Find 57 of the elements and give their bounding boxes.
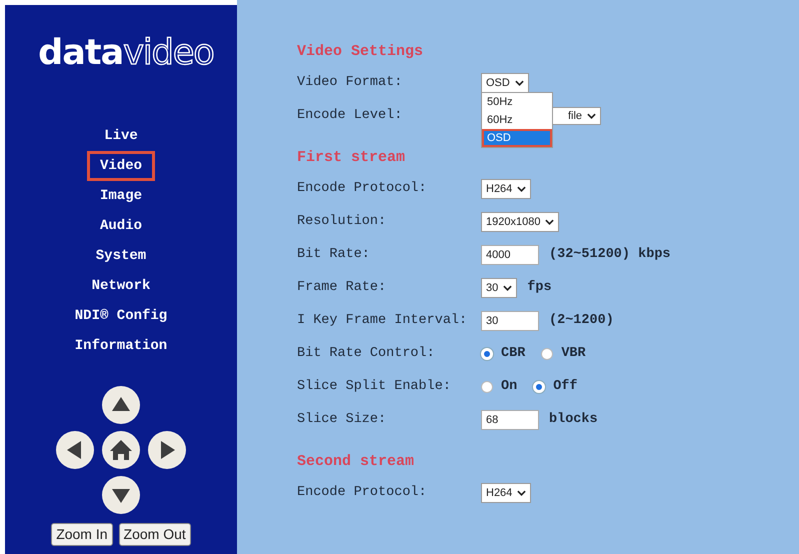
nav-link[interactable]: Network <box>78 271 164 301</box>
up-arrow-button-icon[interactable] <box>101 385 141 425</box>
dropdown-option[interactable]: 50Hz <box>482 92 552 110</box>
field-label: Bit Rate Control: <box>297 346 436 361</box>
home-button-icon[interactable] <box>101 430 141 470</box>
radio-button[interactable] <box>541 348 554 360</box>
radio-label: On <box>501 379 518 394</box>
chevron-down-icon <box>587 112 596 118</box>
section-heading: Video Settings <box>297 42 424 62</box>
right-arrow-button-icon[interactable] <box>147 430 187 470</box>
section-heading: First stream <box>297 148 406 168</box>
field-label: Slice Split Enable: <box>297 379 452 394</box>
select-dropdown[interactable]: OSD <box>481 72 529 92</box>
unit-text: fps <box>527 280 552 295</box>
nav-link[interactable]: Video <box>86 151 155 181</box>
zoom-button[interactable]: Zoom Out <box>118 523 191 546</box>
radio-label: VBR <box>561 346 586 361</box>
down-arrow-button-icon[interactable] <box>101 475 141 515</box>
chevron-down-icon <box>503 284 512 290</box>
field-label: I Key Frame Interval: <box>297 313 468 328</box>
chevron-down-icon <box>545 218 554 224</box>
zoom-button[interactable]: Zoom In <box>51 523 113 546</box>
left-arrow-button-icon[interactable] <box>55 430 95 470</box>
select-dropdown[interactable]: 1920x1080 <box>481 212 560 232</box>
nav-link[interactable]: Image <box>86 181 155 211</box>
chevron-down-icon <box>517 490 526 496</box>
chevron-down-icon <box>514 80 524 86</box>
unit-text: (2~1200) <box>549 313 614 328</box>
section-heading: Second stream <box>297 452 414 472</box>
field-label: Encode Protocol: <box>297 485 428 500</box>
input-field[interactable]: 4000 <box>481 244 539 264</box>
field-label: Frame Rate: <box>297 280 388 295</box>
field-label: Encode Level: <box>297 108 404 123</box>
field-label: Bit Rate: <box>297 247 371 262</box>
chevron-down-icon <box>517 186 526 192</box>
field-label: Resolution: <box>297 214 388 229</box>
select-dropdown[interactable]: H264 <box>481 178 532 198</box>
nav-link[interactable]: Live <box>91 121 151 151</box>
nav-link[interactable]: System <box>82 241 160 271</box>
nav-link[interactable]: Audio <box>86 211 155 241</box>
select-dropdown[interactable]: H264 <box>481 482 532 502</box>
dropdown-option[interactable]: OSD <box>482 128 552 146</box>
dropdown-option[interactable]: 60Hz <box>482 110 552 128</box>
radio-button[interactable] <box>481 380 493 392</box>
logo: datavideo <box>38 33 214 73</box>
radio-label: CBR <box>501 346 526 361</box>
input-field[interactable]: 68 <box>481 410 539 430</box>
field-label: Encode Protocol: <box>297 181 428 196</box>
input-field[interactable]: 30 <box>481 310 539 330</box>
nav-link[interactable]: NDI® Config <box>62 301 180 331</box>
nav-link[interactable]: Information <box>62 331 180 361</box>
field-label: Slice Size: <box>297 412 388 427</box>
unit-text: blocks <box>549 412 598 427</box>
field-label: Video Format: <box>297 75 404 90</box>
unit-text: (32~51200) kbps <box>549 247 671 262</box>
select-dropdown[interactable]: 30 <box>481 278 518 298</box>
radio-label: Off <box>553 379 578 394</box>
